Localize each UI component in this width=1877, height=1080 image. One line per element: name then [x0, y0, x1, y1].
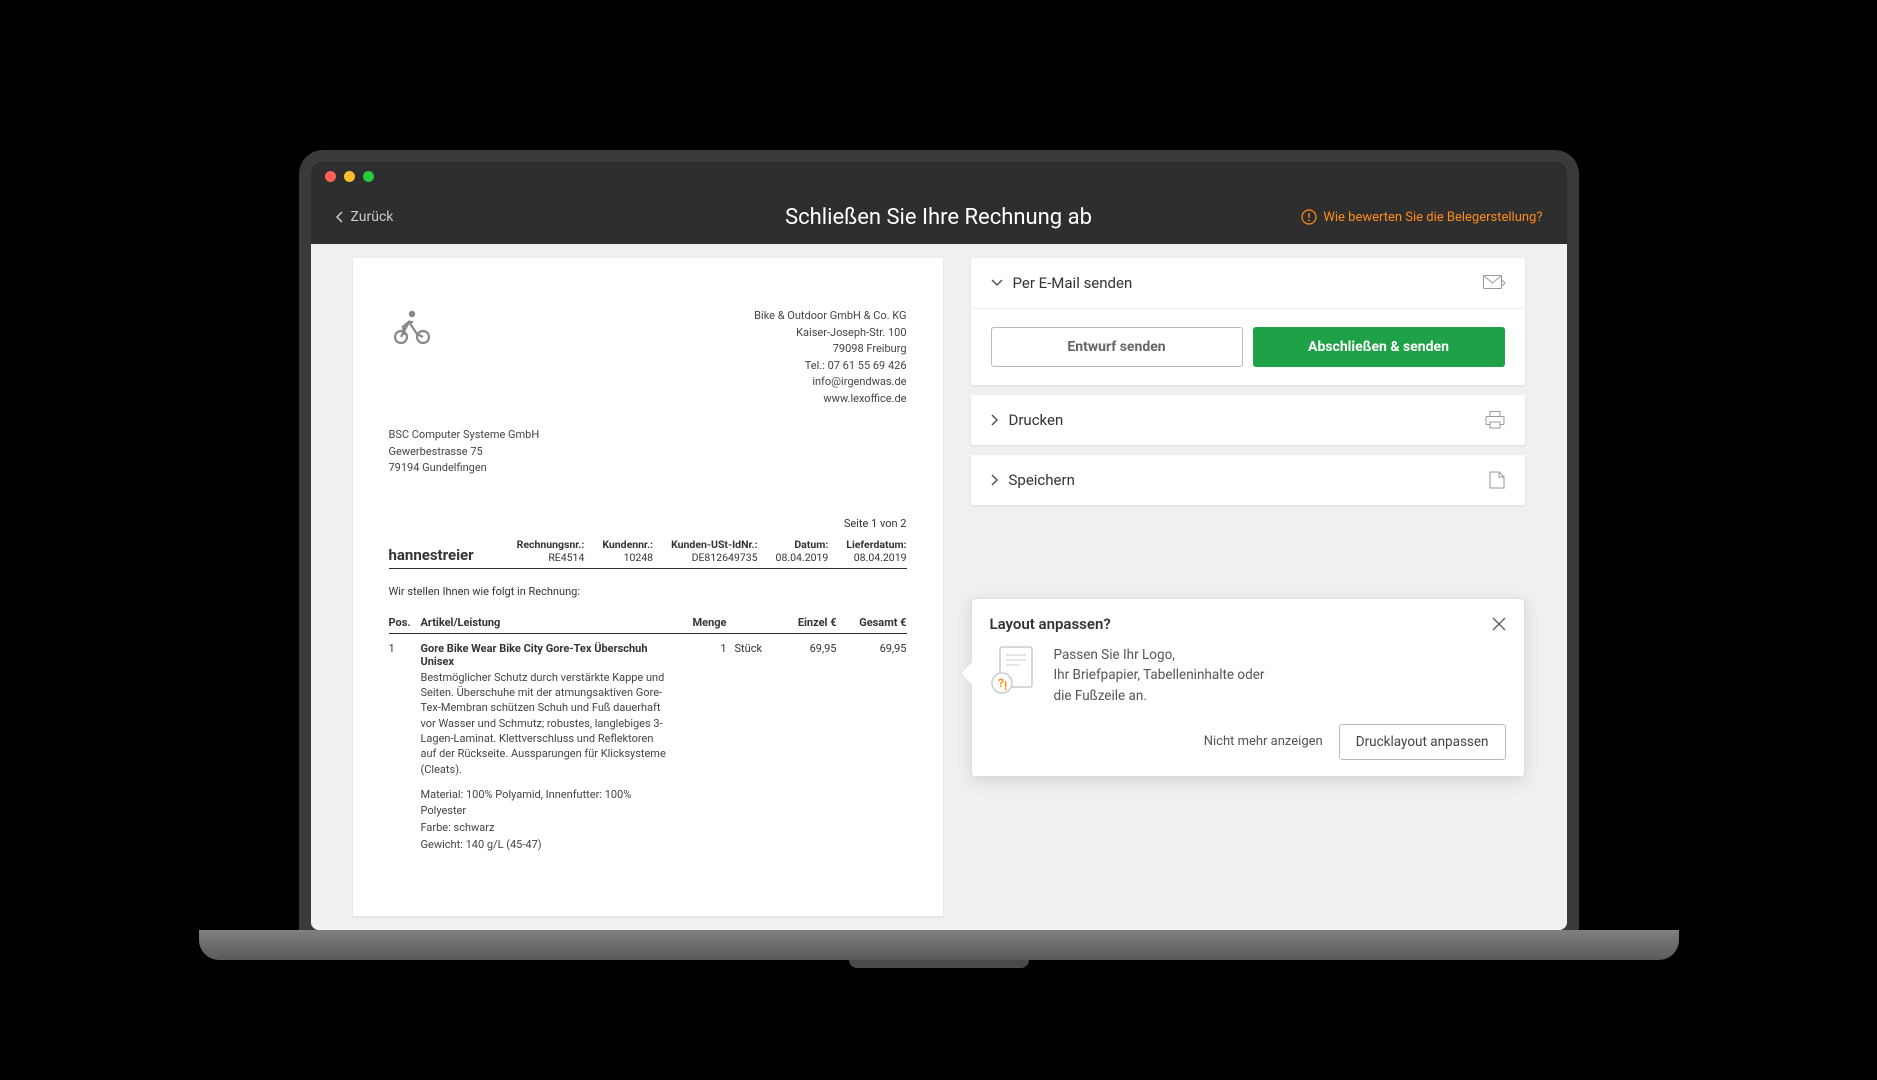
email-panel: Per E-Mail senden Entwurf senden Abschli…	[971, 258, 1525, 385]
chevron-right-icon	[991, 414, 999, 426]
popover-line3: die Fußzeile an.	[1054, 686, 1265, 706]
close-icon[interactable]	[1492, 617, 1506, 631]
item-unit: Stück	[727, 642, 777, 853]
invoice-intro: Wir stellen Ihnen wie folgt in Rechnung:	[389, 585, 907, 598]
print-panel: Drucken	[971, 395, 1525, 445]
app-header: Zurück Schließen Sie Ihre Rechnung ab Wi…	[311, 190, 1567, 244]
laptop-base	[199, 930, 1679, 960]
window-controls	[311, 162, 1567, 190]
item-color: Farbe: schwarz	[421, 820, 667, 835]
actions-sidebar: Per E-Mail senden Entwurf senden Abschli…	[971, 258, 1525, 916]
col-total: Gesamt €	[837, 616, 907, 629]
email-panel-title: Per E-Mail senden	[1013, 274, 1133, 292]
chevron-right-icon	[991, 474, 999, 486]
item-desc: Bestmöglicher Schutz durch verstärkte Ka…	[421, 670, 667, 778]
item-unitprice: 69,95	[777, 642, 837, 853]
item-total: 69,95	[837, 642, 907, 853]
item-weight: Gewicht: 140 g/L (45-47)	[421, 837, 667, 852]
send-draft-button[interactable]: Entwurf senden	[991, 327, 1243, 367]
company-tel: Tel.: 07 61 55 69 426	[754, 358, 906, 375]
popover-text: Passen Sie Ihr Logo, Ihr Briefpapier, Ta…	[1054, 645, 1265, 706]
save-panel-title: Speichern	[1009, 471, 1075, 489]
recipient-address: BSC Computer Systeme GmbH Gewerbestrasse…	[389, 427, 907, 477]
adjust-layout-button[interactable]: Drucklayout anpassen	[1339, 724, 1506, 760]
invoice-nr: RE4514	[517, 551, 585, 564]
company-email: info@irgendwas.de	[754, 374, 906, 391]
popover-line1: Passen Sie Ihr Logo,	[1054, 645, 1265, 665]
item-pos: 1	[389, 642, 421, 853]
item-qty: 1	[667, 642, 727, 853]
invoice-logo	[389, 308, 431, 407]
page-indicator: Seite 1 von 2	[389, 517, 907, 530]
item-name: Gore Bike Wear Bike City Gore-Tex Übersc…	[421, 642, 667, 668]
back-button[interactable]: Zurück	[335, 209, 394, 225]
recipient-city: 79194 Gundelfingen	[389, 460, 907, 477]
col-unit-spacer	[727, 616, 777, 629]
feedback-link[interactable]: Wie bewerten Sie die Belegerstellung?	[1301, 209, 1542, 225]
svg-text:!: !	[1004, 679, 1007, 693]
col-unitprice: Einzel €	[777, 616, 837, 629]
delivery-value: 08.04.2019	[846, 551, 906, 564]
item-material: Material: 100% Polyamid, Innenfutter: 10…	[421, 787, 667, 818]
alert-icon	[1301, 209, 1317, 225]
content-area: Bike & Outdoor GmbH & Co. KG Kaiser-Jose…	[311, 244, 1567, 930]
invoice-nr-label: Rechnungsnr.:	[517, 538, 585, 551]
printer-icon	[1485, 411, 1505, 429]
popover-line2: Ihr Briefpapier, Tabelleninhalte oder	[1054, 665, 1265, 685]
app-screen: Zurück Schließen Sie Ihre Rechnung ab Wi…	[311, 162, 1567, 930]
recipient-name: BSC Computer Systeme GmbH	[389, 427, 907, 444]
invoice-preview: Bike & Outdoor GmbH & Co. KG Kaiser-Jose…	[353, 258, 943, 916]
date-label: Datum:	[776, 538, 829, 551]
sender-company: Bike & Outdoor GmbH & Co. KG Kaiser-Jose…	[754, 308, 906, 407]
line-items-header: Pos. Artikel/Leistung Menge Einzel € Ges…	[389, 616, 907, 634]
company-city: 79098 Freiburg	[754, 341, 906, 358]
print-panel-title: Drucken	[1009, 411, 1064, 429]
col-pos: Pos.	[389, 616, 421, 629]
chevron-left-icon	[335, 211, 343, 223]
laptop-notch	[849, 960, 1029, 968]
feedback-label: Wie bewerten Sie die Belegerstellung?	[1323, 210, 1542, 225]
print-panel-header[interactable]: Drucken	[971, 395, 1525, 445]
laptop-frame: Zurück Schließen Sie Ihre Rechnung ab Wi…	[299, 150, 1579, 930]
maximize-window-icon[interactable]	[363, 171, 374, 182]
company-web: www.lexoffice.de	[754, 391, 906, 408]
recipient-street: Gewerbestrasse 75	[389, 444, 907, 461]
company-name: Bike & Outdoor GmbH & Co. KG	[754, 308, 906, 325]
vat-id: DE812649735	[671, 551, 757, 564]
layout-popover: Layout anpassen?	[971, 598, 1525, 777]
envelope-icon	[1483, 275, 1505, 291]
email-panel-header[interactable]: Per E-Mail senden	[971, 258, 1525, 308]
vat-id-label: Kunden-USt-IdNr.:	[671, 538, 757, 551]
line-item-row: 1 Gore Bike Wear Bike City Gore-Tex Über…	[389, 642, 907, 853]
email-panel-body: Entwurf senden Abschließen & senden	[971, 308, 1525, 385]
dismiss-button[interactable]: Nicht mehr anzeigen	[1204, 734, 1323, 749]
close-window-icon[interactable]	[325, 171, 336, 182]
date-value: 08.04.2019	[776, 551, 829, 564]
popover-title: Layout anpassen?	[990, 615, 1111, 633]
document-question-icon: ? !	[990, 645, 1038, 697]
page-title: Schließen Sie Ihre Rechnung ab	[785, 205, 1092, 230]
save-panel: Speichern	[971, 455, 1525, 505]
save-panel-header[interactable]: Speichern	[971, 455, 1525, 505]
col-qty: Menge	[667, 616, 727, 629]
delivery-label: Lieferdatum:	[846, 538, 906, 551]
minimize-window-icon[interactable]	[344, 171, 355, 182]
col-article: Artikel/Leistung	[421, 616, 667, 629]
invoice-meta-row: hannestreier Rechnungsnr.: RE4514 Kunden…	[389, 538, 907, 569]
back-label: Zurück	[351, 209, 394, 225]
finalize-send-button[interactable]: Abschließen & senden	[1253, 327, 1505, 367]
customer-nr-label: Kundennr.:	[602, 538, 653, 551]
customer-nr: 10248	[602, 551, 653, 564]
item-article: Gore Bike Wear Bike City Gore-Tex Übersc…	[421, 642, 667, 853]
company-street: Kaiser-Joseph-Str. 100	[754, 325, 906, 342]
document-icon	[1489, 471, 1505, 489]
chevron-down-icon	[991, 279, 1003, 287]
invoice-title: hannestreier	[389, 546, 474, 564]
